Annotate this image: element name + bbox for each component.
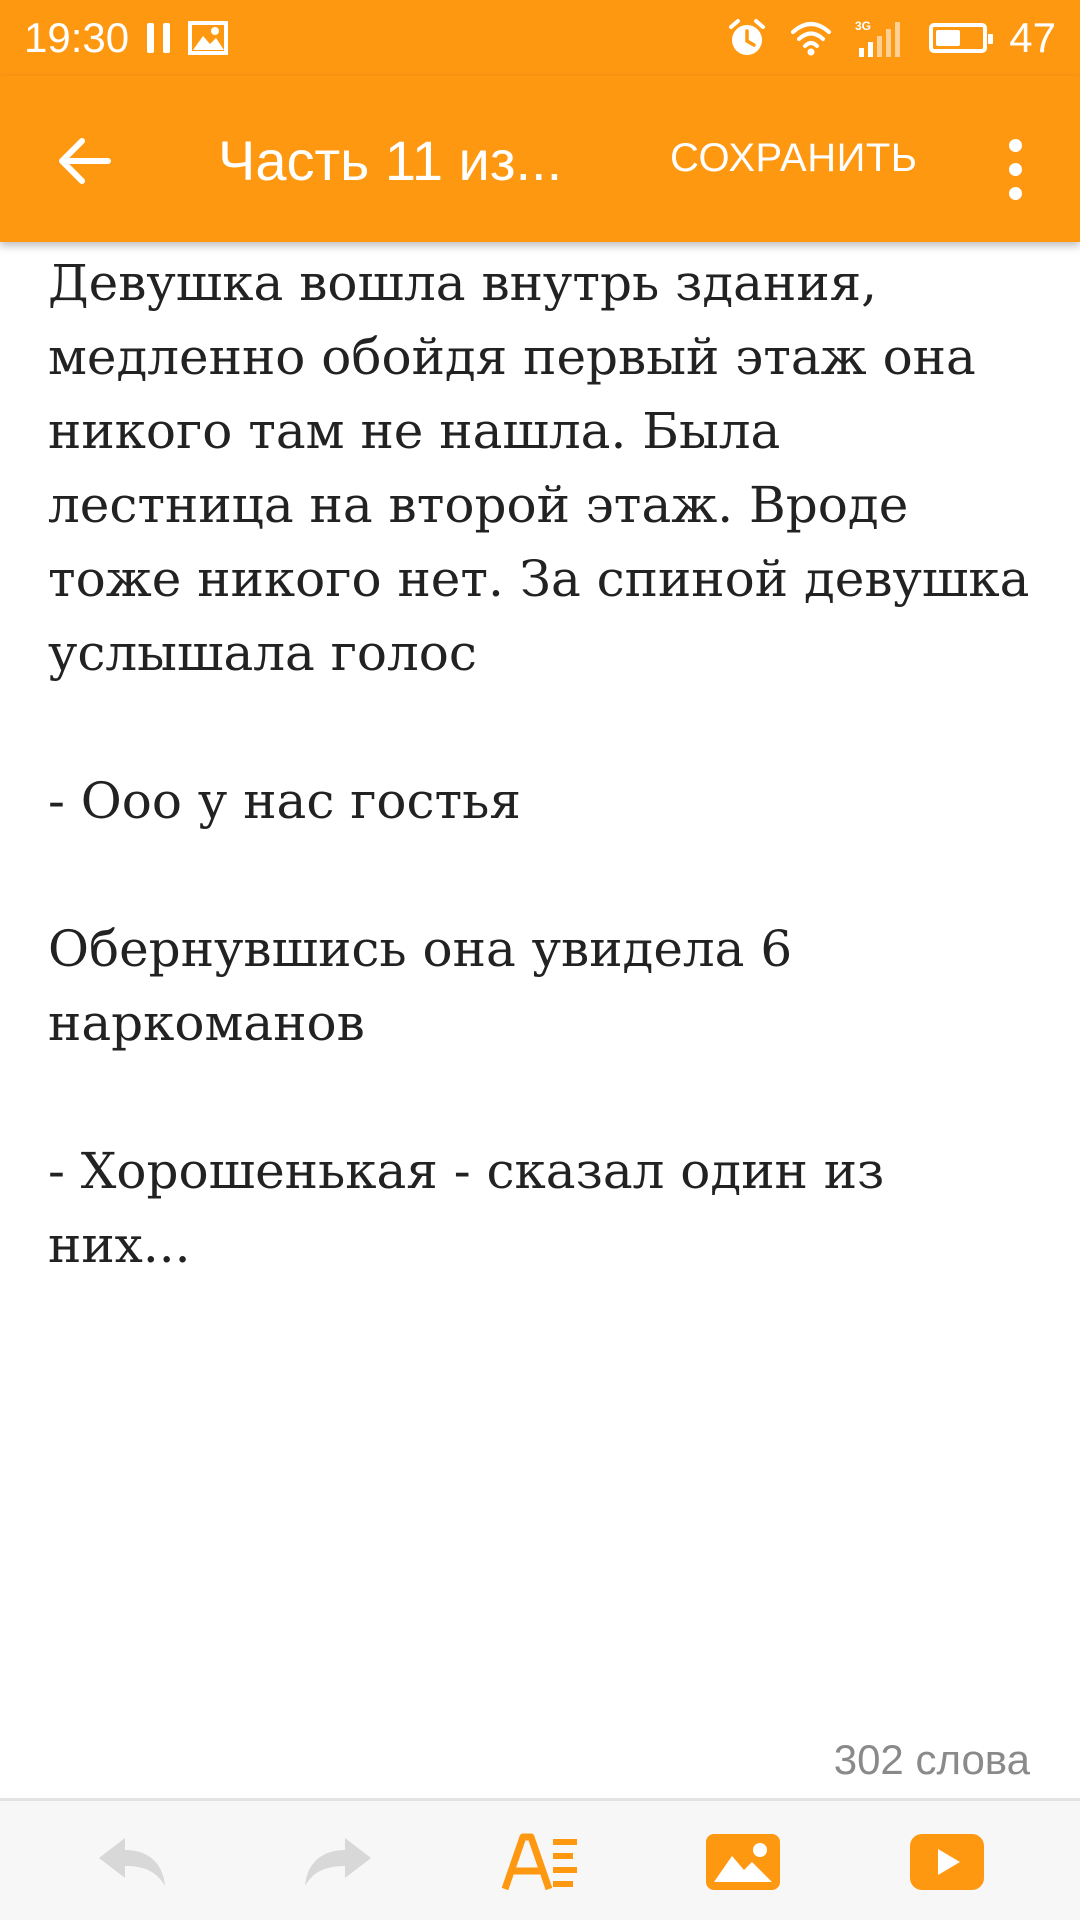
undo-icon — [99, 1838, 165, 1886]
editor-toolbar — [0, 1798, 1080, 1920]
status-bar: 19:30 3G 47 — [0, 0, 1080, 76]
paragraph: - Ооо у нас гостья — [48, 772, 521, 830]
redo-icon — [305, 1838, 371, 1886]
back-button[interactable] — [40, 116, 130, 206]
status-time: 19:30 — [24, 14, 130, 61]
status-right: 3G 47 — [727, 14, 1056, 62]
arrow-left-icon — [59, 138, 111, 184]
alarm-icon — [729, 19, 766, 55]
battery-level: 47 — [1009, 14, 1056, 61]
pause-icon — [147, 21, 171, 55]
word-count: 302 слова — [833, 1736, 1030, 1783]
network-type-label: 3G — [855, 19, 871, 33]
wifi-icon — [791, 22, 832, 56]
app-bar: Часть 11 из... СОХРАНИТЬ — [0, 76, 1080, 242]
status-left: 19:30 — [24, 14, 229, 62]
more-options-button[interactable] — [985, 124, 1045, 214]
paragraph: Обернувшись она увидела 6 наркоманов — [48, 920, 793, 1052]
undo-button[interactable] — [88, 1827, 178, 1897]
paragraph: Девушка вошла внутрь здания, медленно об… — [48, 254, 1030, 682]
signal-icon: 3G — [855, 19, 901, 57]
insert-video-icon — [910, 1834, 984, 1890]
part-title: Часть 11 из... — [218, 129, 563, 192]
insert-image-button[interactable] — [698, 1827, 788, 1897]
story-text-editor[interactable]: Девушка вошла внутрь здания, медленно об… — [48, 246, 1038, 1282]
battery-icon — [929, 23, 994, 53]
text-format-button[interactable] — [496, 1827, 586, 1897]
insert-video-button[interactable] — [902, 1827, 992, 1897]
insert-image-icon — [706, 1834, 780, 1890]
text-format-icon — [501, 1833, 577, 1891]
gallery-notification-icon — [188, 21, 229, 55]
more-vert-icon — [1008, 138, 1022, 152]
redo-button[interactable] — [292, 1827, 382, 1897]
paragraph: - Хорошенькая - сказал один из них... — [48, 1142, 885, 1274]
save-button[interactable]: СОХРАНИТЬ — [670, 136, 918, 196]
